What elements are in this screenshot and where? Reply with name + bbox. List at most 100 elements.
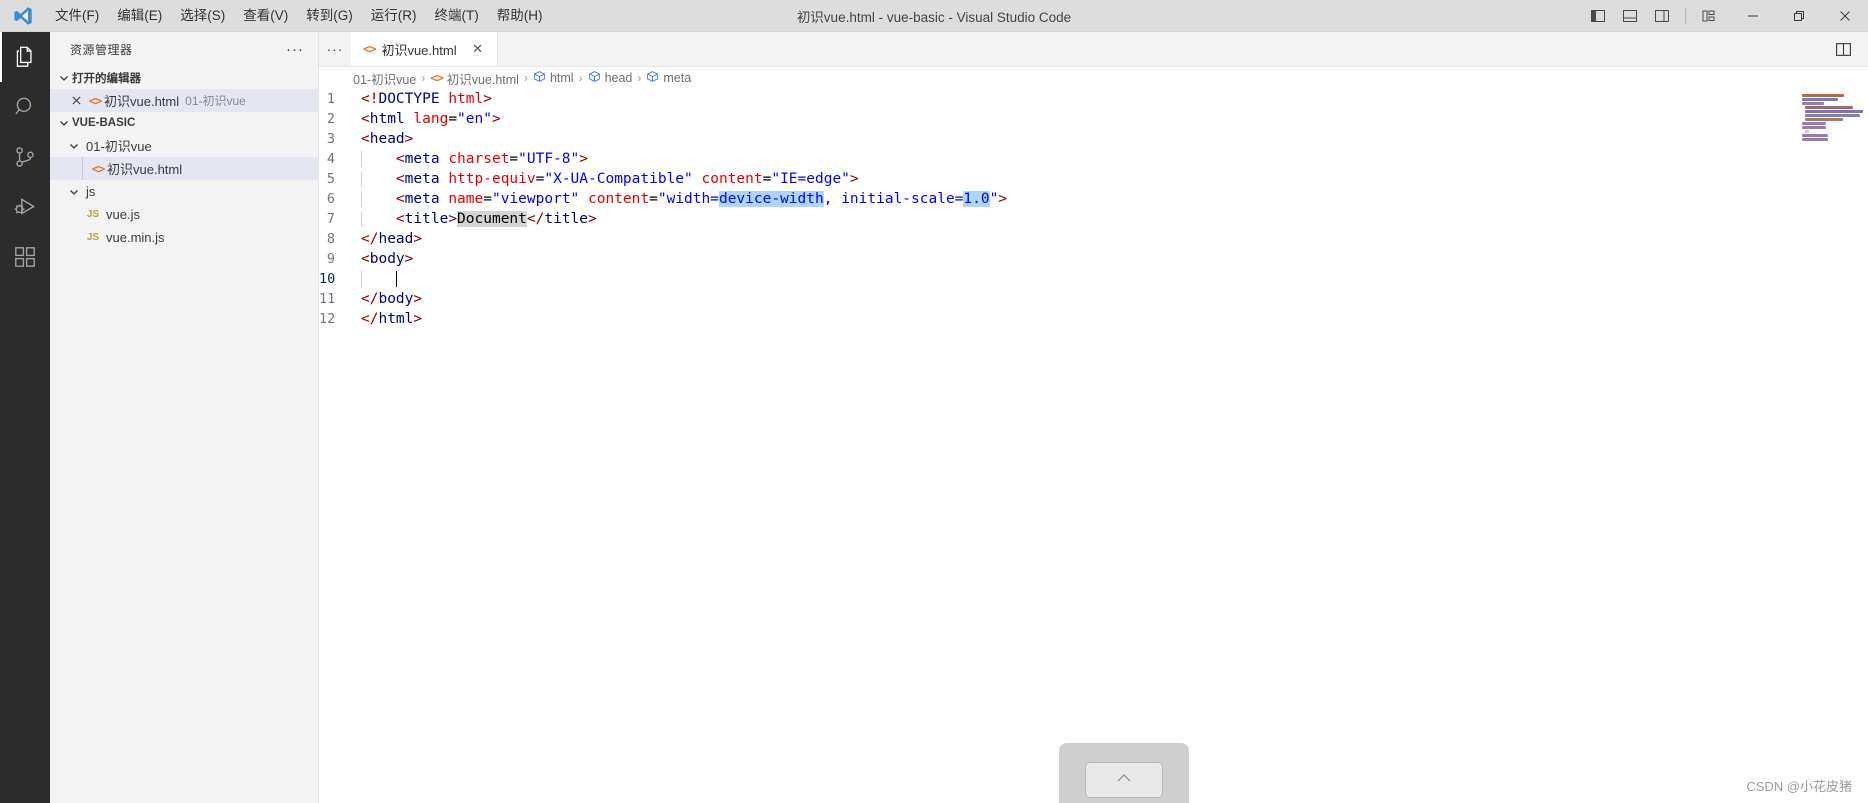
minimap-line	[1805, 106, 1853, 109]
activity-source-control[interactable]	[0, 132, 50, 182]
code-line: 9 <body>	[319, 249, 1868, 269]
code-text: <html lang="en">	[361, 111, 501, 127]
code-content: 1 <!DOCTYPE html> 2 <html lang="en"> 3 <…	[319, 89, 1868, 329]
toggle-panel-icon[interactable]	[1615, 3, 1645, 29]
indent-guide	[82, 157, 83, 180]
menu-view[interactable]: 查看(V)	[234, 3, 297, 29]
chevron-down-icon	[56, 115, 72, 131]
menu-bar: 文件(F) 编辑(E) 选择(S) 查看(V) 转到(G) 运行(R) 终端(T…	[46, 3, 552, 29]
breadcrumb-symbol-html[interactable]: html	[533, 70, 574, 86]
close-button[interactable]	[1822, 0, 1868, 32]
sidebar-more-actions-icon[interactable]: ···	[280, 42, 310, 57]
title-bar-right	[1583, 0, 1868, 32]
vscode-logo-icon	[0, 5, 46, 27]
menu-file[interactable]: 文件(F)	[46, 3, 108, 29]
split-editor-right-icon[interactable]	[1828, 34, 1858, 64]
symbol-field-icon	[533, 70, 546, 86]
editor-area: ··· <> 初识vue.html ✕ 01-初识vue › <> 初识vue.…	[319, 32, 1868, 803]
toggle-secondary-sidebar-icon[interactable]	[1647, 3, 1677, 29]
menu-selection[interactable]: 选择(S)	[171, 3, 234, 29]
minimize-button[interactable]	[1730, 0, 1776, 32]
file-label: vue.js	[106, 207, 140, 222]
menu-terminal[interactable]: 终端(T)	[426, 3, 488, 29]
line-number: 8	[326, 231, 335, 247]
line-number: 6	[326, 191, 335, 207]
line-number: 3	[326, 131, 335, 147]
code-text: </html>	[361, 311, 423, 327]
code-line: 1 <!DOCTYPE html>	[319, 89, 1868, 109]
menu-edit[interactable]: 编辑(E)	[108, 3, 171, 29]
activity-extensions[interactable]	[0, 232, 50, 282]
symbol-field-icon	[646, 70, 659, 86]
editor-actions	[1828, 32, 1868, 66]
restore-button[interactable]	[1776, 0, 1822, 32]
section-workspace[interactable]: VUE-BASIC	[50, 112, 318, 134]
breadcrumb-separator: ›	[421, 71, 426, 85]
tab-close-icon[interactable]: ✕	[469, 41, 487, 57]
folder-01-chushivue[interactable]: 01-初识vue	[50, 134, 318, 157]
menu-go[interactable]: 转到(G)	[297, 3, 362, 29]
word-highlight: Document	[457, 211, 527, 227]
breadcrumb-symbol-head[interactable]: head	[588, 70, 632, 86]
breadcrumb-separator: ›	[523, 71, 528, 85]
customize-layout-icon[interactable]	[1694, 3, 1724, 29]
breadcrumb-file-label: 初识vue.html	[446, 72, 519, 87]
open-editor-filename: 初识vue.html	[104, 94, 180, 109]
toggle-primary-sidebar-icon[interactable]	[1583, 3, 1613, 29]
breadcrumb-file[interactable]: <> 初识vue.html	[430, 69, 519, 88]
line-number: 1	[326, 91, 335, 107]
code-line-current: 10	[319, 269, 1868, 289]
chevron-down-icon	[66, 138, 82, 154]
activity-run-debug[interactable]	[0, 182, 50, 232]
code-line: 11 </body>	[319, 289, 1868, 309]
sidebar-title: 资源管理器	[70, 43, 133, 57]
html-file-icon: <>	[363, 42, 376, 56]
menu-run[interactable]: 运行(R)	[362, 3, 426, 29]
code-line: 5 <meta http-equiv="X-UA-Compatible" con…	[319, 169, 1868, 189]
tab-chushivue-html[interactable]: <> 初识vue.html ✕	[351, 32, 498, 66]
open-editor-item[interactable]: <> 初识vue.html 01-初识vue	[50, 89, 318, 112]
folder-label: js	[86, 184, 96, 199]
code-editor[interactable]: 1 <!DOCTYPE html> 2 <html lang="en"> 3 <…	[319, 89, 1868, 803]
code-line: 3 <head>	[319, 129, 1868, 149]
title-bar: 文件(F) 编辑(E) 选择(S) 查看(V) 转到(G) 运行(R) 终端(T…	[0, 0, 1868, 32]
minimap-line	[1805, 130, 1809, 133]
js-file-icon: JS	[86, 232, 100, 243]
activity-bar	[0, 32, 50, 803]
activity-explorer[interactable]	[0, 32, 50, 82]
minimap[interactable]	[1798, 89, 1868, 803]
code-text: <title>Document</title>	[361, 211, 597, 227]
section-workspace-label: VUE-BASIC	[72, 117, 136, 129]
code-line: 8 </head>	[319, 229, 1868, 249]
html-file-icon: <>	[88, 93, 102, 108]
menu-help[interactable]: 帮助(H)	[488, 3, 552, 29]
code-line: 7 <title>Document</title>	[319, 209, 1868, 229]
minimap-lines	[1798, 89, 1868, 141]
close-editor-icon[interactable]	[66, 95, 86, 106]
csdn-watermark: CSDN @小花皮猪	[1746, 779, 1852, 794]
activity-search[interactable]	[0, 82, 50, 132]
section-open-editors[interactable]: 打开的编辑器	[50, 67, 318, 89]
line-number: 5	[326, 171, 335, 187]
folder-js[interactable]: js	[50, 180, 318, 203]
js-file-icon: JS	[86, 209, 100, 220]
breadcrumb-separator: ›	[578, 71, 583, 85]
minimap-line	[1805, 110, 1863, 113]
chevron-down-icon	[66, 184, 82, 200]
breadcrumb-folder[interactable]: 01-初识vue	[353, 69, 416, 88]
code-text: <!DOCTYPE html>	[361, 91, 492, 107]
chevron-down-icon	[56, 70, 72, 86]
breadcrumb-symbol-meta[interactable]: meta	[646, 70, 691, 86]
file-vue-min-js[interactable]: JS vue.min.js	[50, 226, 318, 249]
file-chushivue-html[interactable]: <> 初识vue.html	[50, 157, 318, 180]
minimap-line	[1802, 134, 1828, 137]
workbench: 资源管理器 ··· 打开的编辑器 <> 初识vue.html 01-初识vue …	[0, 32, 1868, 803]
html-file-icon: <>	[430, 71, 443, 85]
minimap-line	[1802, 98, 1838, 101]
tab-more-actions-icon[interactable]: ···	[319, 32, 351, 66]
code-text: <meta http-equiv="X-UA-Compatible" conte…	[361, 171, 859, 187]
minimap-line	[1805, 114, 1860, 117]
section-open-editors-label: 打开的编辑器	[72, 73, 141, 85]
file-vue-js[interactable]: JS vue.js	[50, 203, 318, 226]
line-number: 7	[326, 211, 335, 227]
